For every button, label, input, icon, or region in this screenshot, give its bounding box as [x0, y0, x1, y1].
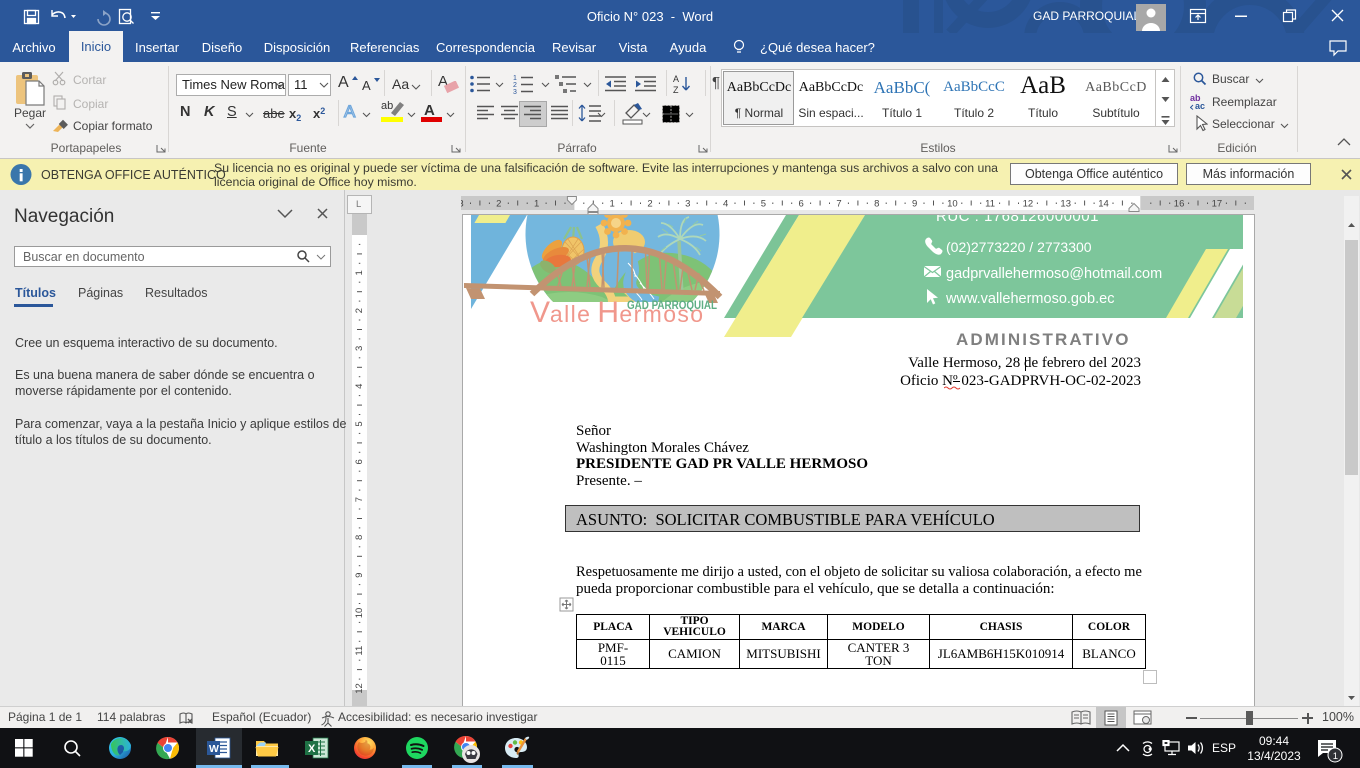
- svg-text:3: 3: [461, 199, 464, 210]
- svg-text:5: 5: [354, 421, 365, 426]
- svg-text:6: 6: [799, 199, 804, 210]
- svg-text:W: W: [209, 743, 219, 755]
- svg-text:8: 8: [874, 199, 879, 210]
- svg-text:8: 8: [354, 535, 365, 540]
- svg-text:4: 4: [354, 384, 365, 389]
- svg-text:10: 10: [354, 608, 365, 619]
- svg-text:www.vallehermoso.gob.ec: www.vallehermoso.gob.ec: [945, 291, 1114, 307]
- svg-text:2: 2: [647, 199, 652, 210]
- svg-text:4: 4: [723, 199, 728, 210]
- svg-text:X: X: [308, 743, 316, 755]
- svg-text:2: 2: [354, 308, 365, 313]
- svg-text:12: 12: [1023, 199, 1034, 210]
- svg-text:RUC : 1768126000001: RUC : 1768126000001: [936, 215, 1099, 225]
- svg-text:(02)2773220 / 2773300: (02)2773220 / 2773300: [946, 239, 1092, 255]
- svg-text:2: 2: [513, 82, 517, 89]
- svg-text:11: 11: [985, 199, 995, 210]
- svg-text:3: 3: [354, 346, 365, 351]
- svg-text:5: 5: [761, 199, 766, 210]
- svg-text:3: 3: [685, 199, 690, 210]
- svg-text:9: 9: [354, 573, 365, 578]
- svg-text:3: 3: [513, 89, 517, 95]
- svg-text:gadprvallehermoso@hotmail.com: gadprvallehermoso@hotmail.com: [946, 266, 1162, 282]
- svg-text:12: 12: [354, 683, 365, 694]
- svg-text:7: 7: [354, 497, 365, 502]
- svg-text:13: 13: [1060, 199, 1071, 210]
- svg-text:6: 6: [354, 459, 365, 464]
- svg-text:7: 7: [836, 199, 841, 210]
- svg-text:17: 17: [1212, 199, 1223, 210]
- svg-text:Z: Z: [673, 85, 679, 95]
- svg-text:1: 1: [534, 199, 539, 210]
- svg-text:A: A: [673, 74, 679, 84]
- svg-text:16: 16: [1174, 199, 1185, 210]
- svg-text:10: 10: [947, 199, 958, 210]
- svg-text:ac: ac: [1195, 101, 1205, 110]
- svg-text:1: 1: [1333, 751, 1338, 762]
- svg-text:1: 1: [610, 199, 615, 210]
- svg-text:2: 2: [496, 199, 501, 210]
- svg-text:9: 9: [912, 199, 917, 210]
- svg-text:11: 11: [354, 646, 365, 656]
- svg-text:14: 14: [1098, 199, 1109, 210]
- svg-text:ValleHermoso: ValleHermoso: [530, 296, 705, 329]
- svg-text:1: 1: [354, 270, 365, 275]
- svg-text:1: 1: [513, 75, 517, 82]
